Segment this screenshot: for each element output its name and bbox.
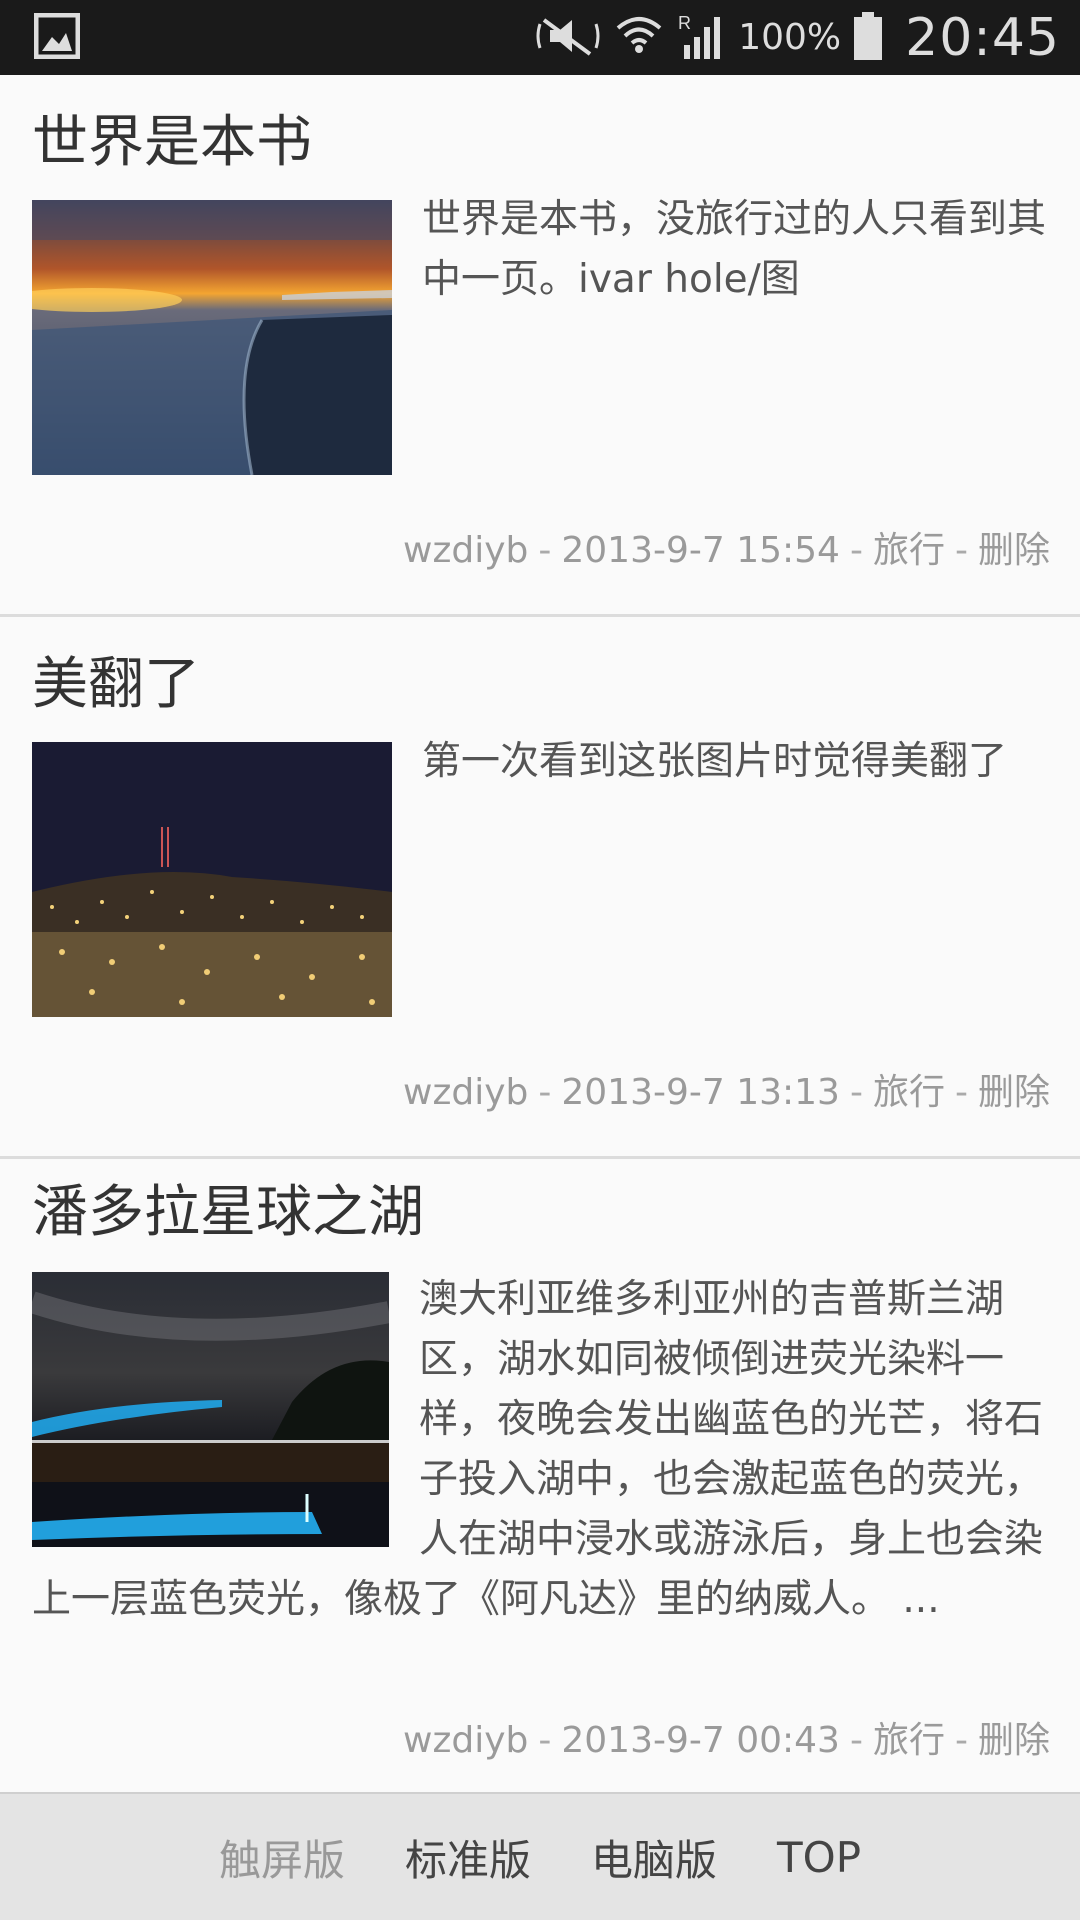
post-meta: wzdiyb -2013-9-7 15:54- 旅行 - 删除 bbox=[403, 521, 1050, 573]
meta-separator: - bbox=[849, 1072, 863, 1113]
meta-separator: - bbox=[954, 1720, 968, 1761]
post-author[interactable]: wzdiyb bbox=[403, 530, 528, 571]
post-date: 2013-9-7 13:13 bbox=[561, 1072, 840, 1113]
post-title[interactable]: 潘多拉星球之湖 bbox=[32, 1167, 424, 1248]
meta-separator: - bbox=[954, 1072, 968, 1113]
post-excerpt: 世界是本书，没旅行过的人只看到其中一页。ivar hole/图 bbox=[422, 197, 1047, 302]
delete-link[interactable]: 删除 bbox=[978, 1720, 1050, 1761]
post-category-link[interactable]: 旅行 bbox=[873, 1720, 945, 1761]
post-title[interactable]: 世界是本书 bbox=[32, 97, 312, 178]
post-author[interactable]: wzdiyb bbox=[403, 1720, 528, 1761]
post-thumbnail[interactable] bbox=[32, 200, 392, 475]
svg-text:R: R bbox=[678, 13, 691, 33]
post-item[interactable]: 世界是本书 世界是本书，没旅行过的人只看到其中一页。ivar hole/图 wz… bbox=[0, 75, 1080, 617]
post-category-link[interactable]: 旅行 bbox=[873, 1072, 945, 1113]
delete-link[interactable]: 删除 bbox=[978, 530, 1050, 571]
meta-separator: - bbox=[538, 1720, 552, 1761]
post-item[interactable]: 潘多拉星球之湖 澳大利亚维多利亚州的吉普斯兰湖区，湖水如同被倾倒进荧光染料一样，… bbox=[0, 1145, 1080, 1792]
meta-separator: - bbox=[954, 530, 968, 571]
top-link[interactable]: TOP bbox=[777, 1833, 861, 1882]
clock: 20:45 bbox=[905, 7, 1060, 68]
meta-separator: - bbox=[538, 530, 552, 571]
battery-percent: 100% bbox=[738, 17, 842, 58]
wifi-icon bbox=[614, 12, 664, 64]
delete-link[interactable]: 删除 bbox=[978, 1072, 1050, 1113]
post-meta: wzdiyb -2013-9-7 13:13- 旅行 - 删除 bbox=[403, 1063, 1050, 1115]
post-item[interactable]: 美翻了 第一次看到这张图片时觉得美翻了 wzdiyb -2013-9-7 13:1… bbox=[0, 617, 1080, 1159]
footer-nav: 触屏版 标准版 电脑版 TOP bbox=[0, 1792, 1080, 1920]
mute-icon bbox=[534, 14, 602, 62]
post-date: 2013-9-7 00:43 bbox=[561, 1720, 840, 1761]
meta-separator: - bbox=[538, 1072, 552, 1113]
post-category-link[interactable]: 旅行 bbox=[873, 530, 945, 571]
meta-separator: - bbox=[849, 530, 863, 571]
post-date: 2013-9-7 15:54 bbox=[561, 530, 840, 571]
post-excerpt: 第一次看到这张图片时觉得美翻了 bbox=[422, 739, 1008, 784]
post-thumbnail[interactable] bbox=[32, 742, 392, 1017]
status-bar: R 100% 20:45 bbox=[0, 0, 1080, 75]
post-title[interactable]: 美翻了 bbox=[32, 639, 200, 720]
gallery-icon bbox=[33, 12, 81, 63]
signal-icon: R bbox=[676, 11, 726, 65]
meta-separator: - bbox=[849, 1720, 863, 1761]
standard-version-link[interactable]: 标准版 bbox=[405, 1827, 531, 1888]
post-meta: wzdiyb -2013-9-7 00:43- 旅行 - 删除 bbox=[403, 1711, 1050, 1763]
post-author[interactable]: wzdiyb bbox=[403, 1072, 528, 1113]
battery-icon bbox=[853, 11, 883, 65]
touch-version-link[interactable]: 触屏版 bbox=[219, 1827, 345, 1888]
pc-version-link[interactable]: 电脑版 bbox=[591, 1827, 717, 1888]
post-thumbnail[interactable] bbox=[32, 1272, 389, 1547]
